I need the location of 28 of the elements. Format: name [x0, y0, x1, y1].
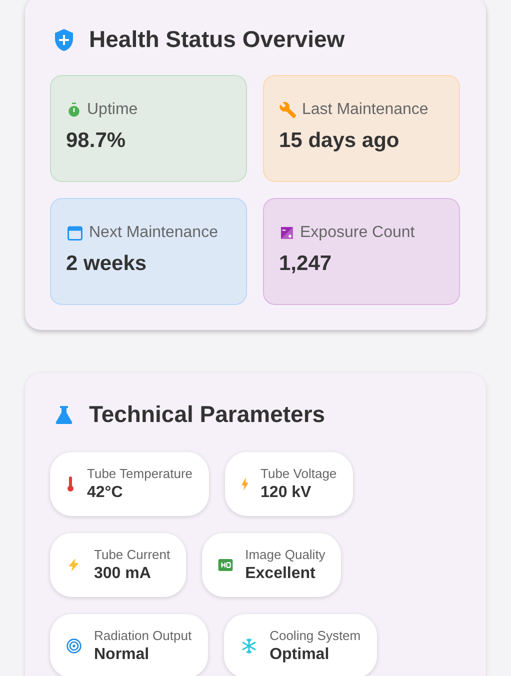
shield-icon — [52, 28, 76, 52]
parameter-label: Tube Voltage — [260, 466, 337, 481]
stat-value: 15 days ago — [279, 129, 400, 153]
target-icon — [66, 638, 82, 654]
thermometer-icon — [66, 475, 75, 493]
parameter-value: Optimal — [270, 646, 330, 664]
snowflake-icon — [240, 637, 258, 655]
parameter-value: 120 kV — [260, 484, 312, 502]
parameter-label: Image Quality — [245, 547, 326, 562]
stat-label: Uptime — [87, 101, 138, 119]
stat-value: 98.7% — [66, 129, 127, 153]
stat-label: Next Maintenance — [89, 224, 218, 242]
stat-value: 1,247 — [279, 252, 333, 276]
stat-value: 2 weeks — [66, 252, 148, 276]
parameter-label: Cooling System — [270, 628, 361, 643]
parameter-value: Excellent — [245, 565, 316, 583]
parameter-label: Radiation Output — [94, 628, 192, 643]
parameter-value: 300 mA — [94, 565, 152, 583]
stat-label: Last Maintenance — [302, 101, 428, 119]
parameter-value: 42°C — [87, 484, 124, 502]
stat-label: Exposure Count — [300, 224, 415, 242]
card-title: Technical Parameters — [89, 401, 326, 428]
lightning-icon — [240, 476, 249, 492]
parameter-value: Normal — [94, 646, 150, 664]
quality-icon — [218, 559, 234, 571]
parameter-label: Tube Current — [94, 547, 170, 562]
parameter-label: Tube Temperature — [87, 466, 193, 481]
card-title: Health Status Overview — [89, 26, 345, 53]
